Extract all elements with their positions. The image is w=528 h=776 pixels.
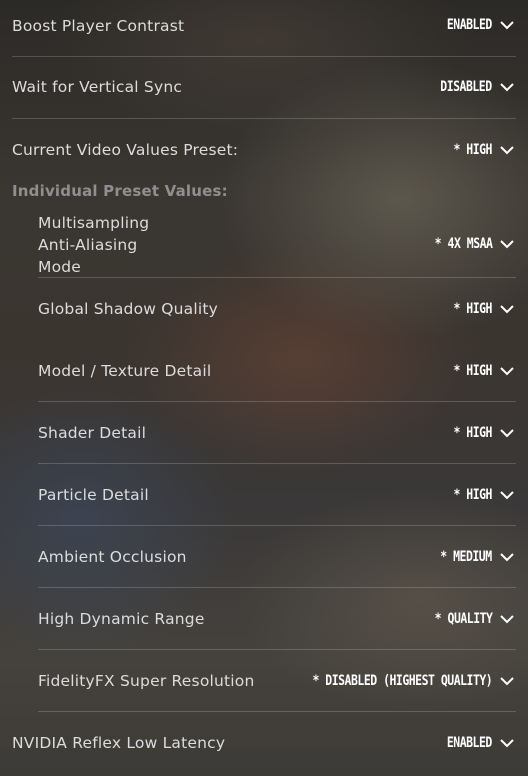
multisampling-dropdown[interactable]: * 4X MSAA — [422, 235, 516, 253]
setting-row-wait-vertical-sync: Wait for Vertical Sync DISABLED — [12, 57, 516, 119]
setting-label: Current Video Values Preset: — [12, 141, 239, 159]
setting-row-high-dynamic-range: High Dynamic Range * QUALITY — [38, 588, 516, 650]
dropdown-value: * HIGH — [453, 142, 492, 158]
ambient-occlusion-dropdown[interactable]: * MEDIUM — [429, 548, 516, 566]
chevron-down-icon — [498, 424, 516, 442]
setting-row-global-shadow: Global Shadow Quality * HIGH — [38, 278, 516, 340]
dropdown-value: * 4X MSAA — [434, 236, 492, 252]
chevron-down-icon — [498, 235, 516, 253]
particle-detail-dropdown[interactable]: * HIGH — [445, 486, 516, 504]
setting-label: Multisampling Anti-Aliasing Mode — [38, 214, 150, 276]
setting-label: FidelityFX Super Resolution — [38, 672, 255, 690]
setting-row-current-preset: Current Video Values Preset: * HIGH — [12, 119, 516, 179]
dropdown-value: ENABLED — [447, 17, 492, 33]
chevron-down-icon — [498, 548, 516, 566]
dropdown-value: * DISABLED (HIGHEST QUALITY) — [312, 673, 492, 689]
wait-vertical-sync-dropdown[interactable]: DISABLED — [429, 78, 516, 96]
dropdown-value: * MEDIUM — [440, 549, 493, 565]
setting-row-particle-detail: Particle Detail * HIGH — [38, 464, 516, 526]
chevron-down-icon — [498, 300, 516, 318]
chevron-down-icon — [498, 78, 516, 96]
setting-label: NVIDIA Reflex Low Latency — [12, 734, 226, 752]
setting-row-shader-detail: Shader Detail * HIGH — [38, 402, 516, 464]
dropdown-value: * HIGH — [453, 301, 492, 317]
chevron-down-icon — [498, 16, 516, 34]
section-title-individual-preset: Individual Preset Values: — [12, 182, 228, 200]
dropdown-value: * QUALITY — [434, 611, 492, 627]
setting-row-multisampling: Multisampling Anti-Aliasing Mode * 4X MS… — [38, 205, 516, 278]
setting-row-fidelityfx: FidelityFX Super Resolution * DISABLED (… — [38, 650, 516, 712]
shader-detail-dropdown[interactable]: * HIGH — [445, 424, 516, 442]
chevron-down-icon — [498, 362, 516, 380]
dropdown-value: * HIGH — [453, 425, 492, 441]
fidelityfx-dropdown[interactable]: * DISABLED (HIGHEST QUALITY) — [273, 672, 516, 690]
global-shadow-dropdown[interactable]: * HIGH — [445, 300, 516, 318]
chevron-down-icon — [498, 486, 516, 504]
setting-label: High Dynamic Range — [38, 610, 205, 628]
setting-row-boost-player-contrast: Boost Player Contrast ENABLED — [12, 0, 516, 57]
model-texture-dropdown[interactable]: * HIGH — [445, 362, 516, 380]
chevron-down-icon — [498, 734, 516, 752]
setting-row-nvidia-reflex: NVIDIA Reflex Low Latency ENABLED — [12, 712, 516, 776]
chevron-down-icon — [498, 610, 516, 628]
setting-label: Particle Detail — [38, 486, 149, 504]
nvidia-reflex-dropdown[interactable]: ENABLED — [437, 734, 516, 752]
chevron-down-icon — [498, 141, 516, 159]
chevron-down-icon — [498, 672, 516, 690]
setting-label: Global Shadow Quality — [38, 300, 219, 318]
dropdown-value: DISABLED — [440, 79, 493, 95]
setting-label: Wait for Vertical Sync — [12, 78, 183, 96]
dropdown-value: * HIGH — [453, 363, 492, 379]
dropdown-value: * HIGH — [453, 487, 492, 503]
setting-label: Boost Player Contrast — [12, 17, 185, 35]
high-dynamic-range-dropdown[interactable]: * QUALITY — [422, 610, 516, 628]
setting-row-ambient-occlusion: Ambient Occlusion * MEDIUM — [38, 526, 516, 588]
boost-player-contrast-dropdown[interactable]: ENABLED — [437, 16, 516, 34]
current-preset-dropdown[interactable]: * HIGH — [445, 141, 516, 159]
setting-label: Ambient Occlusion — [38, 548, 187, 566]
dropdown-value: ENABLED — [447, 735, 492, 751]
setting-label: Model / Texture Detail — [38, 362, 212, 380]
setting-label: Shader Detail — [38, 424, 147, 442]
setting-row-model-texture: Model / Texture Detail * HIGH — [38, 340, 516, 402]
